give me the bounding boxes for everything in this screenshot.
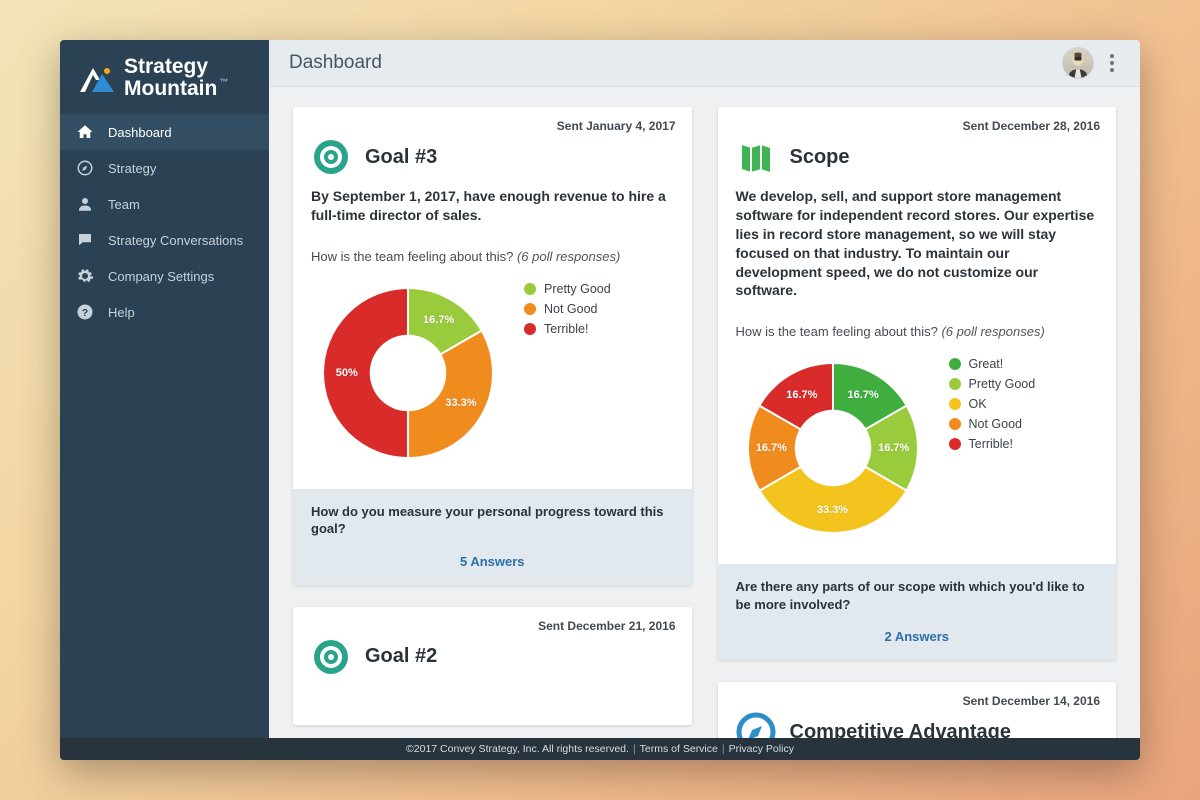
- help-icon: ?: [76, 303, 94, 321]
- home-icon: [76, 123, 94, 141]
- more-menu-button[interactable]: [1100, 48, 1124, 78]
- card-title: Goal #2: [365, 645, 437, 668]
- mountain-icon: [76, 58, 116, 98]
- poll-question: How is the team feeling about this? (6 p…: [293, 241, 692, 272]
- legend-swatch: [524, 283, 536, 295]
- brand-tm: ™: [219, 77, 228, 87]
- column-right: Sent December 28, 2016 Scope We develop,…: [718, 107, 1117, 760]
- legend-swatch: [949, 378, 961, 390]
- gear-icon: [76, 267, 94, 285]
- answers-link[interactable]: 5 Answers: [311, 554, 674, 569]
- legend-swatch: [949, 398, 961, 410]
- card-goal-3[interactable]: Sent January 4, 2017 Goal #3 By Septembe…: [293, 107, 692, 585]
- content-area: Sent January 4, 2017 Goal #3 By Septembe…: [269, 87, 1140, 760]
- svg-text:?: ?: [82, 307, 88, 319]
- main: Dashboard Sent January 4, 2017: [269, 40, 1140, 760]
- chart-row: 16.7%16.7%33.3%16.7%16.7% Great! Pretty G…: [718, 347, 1117, 564]
- sidebar-item-label: Company Settings: [108, 269, 214, 284]
- card-title: Scope: [790, 146, 850, 169]
- chart-legend: Great! Pretty Good OK Not Good Terrible!: [949, 357, 1036, 451]
- chat-icon: [76, 231, 94, 249]
- compass-icon: [76, 159, 94, 177]
- legend-item: Pretty Good: [949, 377, 1036, 391]
- sent-label: Sent December 28, 2016: [718, 107, 1117, 133]
- question-text: Are there any parts of our scope with wh…: [736, 578, 1099, 613]
- legend-label: Not Good: [544, 302, 598, 316]
- brand-logo: Strategy Mountain™: [60, 40, 269, 114]
- legend-item: Terrible!: [524, 322, 611, 336]
- target-icon: [311, 637, 351, 677]
- legend-swatch: [949, 418, 961, 430]
- brand-text: Strategy Mountain™: [124, 56, 228, 100]
- donut-chart: 16.7%16.7%33.3%16.7%16.7%: [736, 351, 931, 546]
- legend-label: Pretty Good: [544, 282, 611, 296]
- legend-item: Great!: [949, 357, 1036, 371]
- avatar[interactable]: [1062, 47, 1094, 79]
- legend-label: Terrible!: [969, 437, 1013, 451]
- card-body: We develop, sell, and support store mana…: [718, 185, 1117, 316]
- question-text: How do you measure your personal progres…: [311, 503, 674, 538]
- chart-legend: Pretty Good Not Good Terrible!: [524, 282, 611, 336]
- question-block: How do you measure your personal progres…: [293, 489, 692, 585]
- avatar-person-icon: [1064, 50, 1092, 78]
- legend-label: Great!: [969, 357, 1004, 371]
- sidebar-item-strategy[interactable]: Strategy: [60, 150, 269, 186]
- poll-question: How is the team feeling about this? (6 p…: [718, 316, 1117, 347]
- topbar: Dashboard: [269, 40, 1140, 87]
- footer-privacy-link[interactable]: Privacy Policy: [729, 743, 794, 755]
- brand-line2: Mountain: [124, 77, 217, 100]
- card-goal-2[interactable]: Sent December 21, 2016 Goal #2: [293, 607, 692, 725]
- legend-item: Pretty Good: [524, 282, 611, 296]
- sidebar-item-help[interactable]: ? Help: [60, 294, 269, 330]
- card-body: By September 1, 2017, have enough revenu…: [293, 185, 692, 241]
- footer: ©2017 Convey Strategy, Inc. All rights r…: [60, 738, 1140, 760]
- legend-label: Not Good: [969, 417, 1023, 431]
- sent-label: Sent January 4, 2017: [293, 107, 692, 133]
- legend-label: Terrible!: [544, 322, 588, 336]
- legend-item: OK: [949, 397, 1036, 411]
- target-icon: [311, 137, 351, 177]
- legend-swatch: [949, 358, 961, 370]
- sidebar-item-conversations[interactable]: Strategy Conversations: [60, 222, 269, 258]
- sidebar-item-label: Help: [108, 305, 135, 320]
- question-block: Are there any parts of our scope with wh…: [718, 564, 1117, 660]
- legend-label: Pretty Good: [969, 377, 1036, 391]
- app-window: Strategy Mountain™ Dashboard Strategy Te…: [60, 40, 1140, 760]
- sidebar-item-team[interactable]: Team: [60, 186, 269, 222]
- sidebar: Strategy Mountain™ Dashboard Strategy Te…: [60, 40, 269, 760]
- sidebar-item-label: Strategy Conversations: [108, 233, 243, 248]
- legend-swatch: [524, 303, 536, 315]
- sent-label: Sent December 14, 2016: [718, 682, 1117, 708]
- legend-swatch: [524, 323, 536, 335]
- card-scope[interactable]: Sent December 28, 2016 Scope We develop,…: [718, 107, 1117, 660]
- person-icon: [76, 195, 94, 213]
- sidebar-nav: Dashboard Strategy Team Strategy Convers…: [60, 114, 269, 330]
- sidebar-item-dashboard[interactable]: Dashboard: [60, 114, 269, 150]
- legend-label: OK: [969, 397, 987, 411]
- legend-item: Not Good: [524, 302, 611, 316]
- chart-row: 16.7%33.3%50% Pretty Good Not Good Terribl…: [293, 272, 692, 489]
- sent-label: Sent December 21, 2016: [293, 607, 692, 633]
- legend-item: Terrible!: [949, 437, 1036, 451]
- footer-terms-link[interactable]: Terms of Service: [640, 743, 718, 755]
- sidebar-item-settings[interactable]: Company Settings: [60, 258, 269, 294]
- answers-link[interactable]: 2 Answers: [736, 629, 1099, 644]
- brand-line1: Strategy: [124, 56, 228, 78]
- page-title: Dashboard: [289, 52, 382, 74]
- sidebar-item-label: Strategy: [108, 161, 156, 176]
- sidebar-item-label: Dashboard: [108, 125, 172, 140]
- footer-copyright: ©2017 Convey Strategy, Inc. All rights r…: [406, 743, 629, 755]
- legend-item: Not Good: [949, 417, 1036, 431]
- sidebar-item-label: Team: [108, 197, 140, 212]
- column-left: Sent January 4, 2017 Goal #3 By Septembe…: [293, 107, 692, 760]
- legend-swatch: [949, 438, 961, 450]
- donut-chart: 16.7%33.3%50%: [311, 276, 506, 471]
- map-icon: [736, 137, 776, 177]
- card-title: Goal #3: [365, 146, 437, 169]
